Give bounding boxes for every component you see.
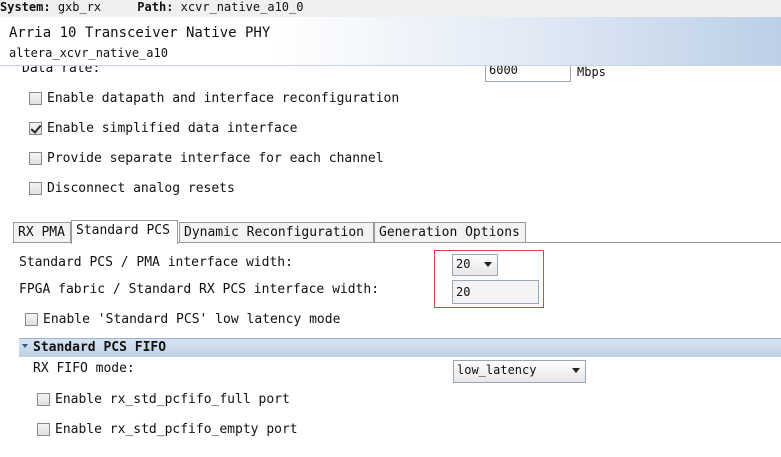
path-value: xcvr_native_a10_0: [180, 0, 304, 14]
collapse-triangle-icon: [22, 344, 28, 348]
pcfifo-full-checkbox[interactable]: [37, 393, 50, 406]
datapath-reconfig-label: Enable datapath and interface reconfigur…: [47, 91, 400, 106]
data-rate-label: Data rate:: [22, 66, 101, 76]
ip-header: Arria 10 Transceiver Native PHY altera_x…: [0, 17, 781, 66]
system-path-bar: System: gxb_rx Path: xcvr_native_a10_0: [0, 0, 781, 17]
path-label: Path:: [137, 0, 174, 14]
system-value: gxb_rx: [57, 0, 102, 14]
highlight-box: [434, 250, 544, 308]
separate-interface-checkbox[interactable]: [29, 152, 42, 165]
tab-rx-pma[interactable]: RX PMA: [13, 222, 71, 242]
pma-width-label: Standard PCS / PMA interface width:: [19, 255, 293, 270]
tab-bar: RX PMA Standard PCS Dynamic Reconfigurat…: [13, 220, 613, 244]
pcfifo-empty-checkbox[interactable]: [37, 423, 50, 436]
section-title: Standard PCS FIFO: [33, 340, 167, 355]
rx-fifo-mode-label: RX FIFO mode:: [33, 361, 135, 376]
parameter-panel[interactable]: Data rate: 6000 Mbps Enable datapath and…: [0, 66, 781, 457]
data-rate-unit: Mbps: [577, 66, 606, 79]
disconnect-analog-resets-label: Disconnect analog resets: [47, 181, 235, 196]
pcfifo-full-label: Enable rx_std_pcfifo_full port: [55, 392, 290, 407]
simplified-data-interface-label: Enable simplified data interface: [47, 121, 298, 136]
pcfifo-empty-label: Enable rx_std_pcfifo_empty port: [55, 422, 298, 437]
separate-interface-label: Provide separate interface for each chan…: [47, 151, 384, 166]
ip-subtitle: altera_xcvr_native_a10: [9, 46, 168, 60]
fabric-width-label: FPGA fabric / Standard RX PCS interface …: [19, 282, 380, 297]
rx-fifo-mode-value: low_latency: [457, 363, 537, 377]
low-latency-label: Enable 'Standard PCS' low latency mode: [43, 312, 341, 327]
simplified-data-interface-checkbox[interactable]: [29, 122, 42, 135]
tab-standard-pcs[interactable]: Standard PCS: [71, 220, 178, 244]
ip-title: Arria 10 Transceiver Native PHY: [9, 25, 271, 41]
disconnect-analog-resets-checkbox[interactable]: [29, 182, 42, 195]
standard-pcs-fifo-section-header[interactable]: Standard PCS FIFO: [19, 338, 781, 357]
chevron-down-icon: [572, 368, 580, 373]
system-label: System:: [0, 0, 51, 14]
low-latency-checkbox[interactable]: [25, 313, 38, 326]
tab-generation-options[interactable]: Generation Options: [374, 222, 526, 242]
tab-dynamic-reconfiguration[interactable]: Dynamic Reconfiguration: [179, 222, 374, 242]
rx-fifo-mode-select[interactable]: low_latency: [453, 360, 586, 383]
data-rate-input[interactable]: 6000: [485, 66, 571, 82]
datapath-reconfig-checkbox[interactable]: [29, 92, 42, 105]
